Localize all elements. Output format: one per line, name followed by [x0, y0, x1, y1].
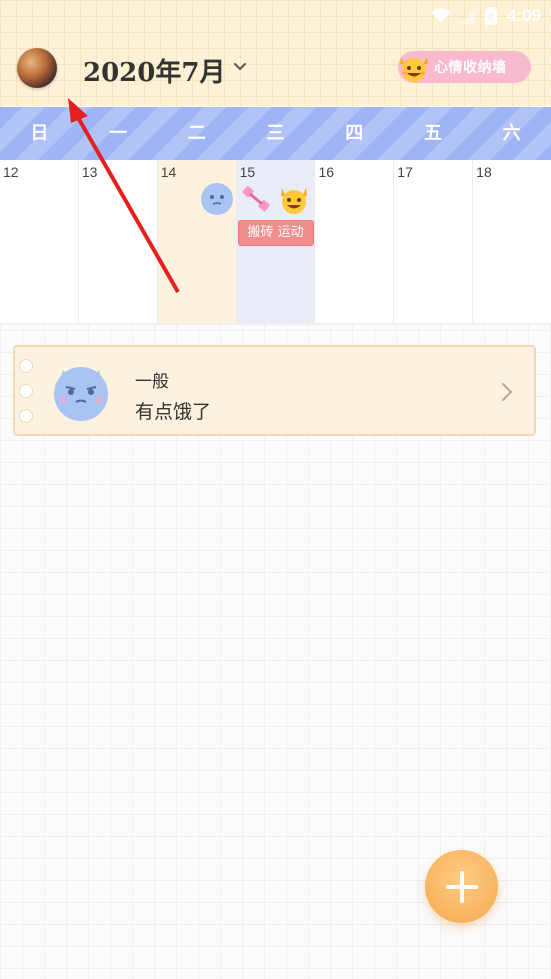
- dumbbell-icon: [242, 186, 270, 212]
- entry-mood-label: 一般: [135, 372, 169, 392]
- weekday-sat: 六: [502, 123, 521, 144]
- add-entry-button[interactable]: [425, 850, 498, 923]
- day-cell-16[interactable]: 16: [315, 160, 395, 323]
- top-header: 4:09 2020年7月 心情收纳墙: [0, 0, 551, 106]
- wifi-icon: [430, 8, 451, 23]
- day-number: 15: [239, 164, 256, 180]
- day-number: 13: [81, 164, 98, 180]
- weekday-wed: 三: [266, 123, 285, 144]
- binder-hole: [19, 384, 33, 398]
- binder-hole: [19, 359, 33, 373]
- weekday-mon: 一: [109, 123, 128, 144]
- signal-icon: [460, 8, 475, 24]
- day-cell-14[interactable]: 14: [157, 160, 237, 323]
- plus-icon: [445, 870, 478, 903]
- day-cell-12[interactable]: 12: [0, 160, 79, 323]
- weekday-thu: 四: [345, 123, 364, 144]
- activity-tag: 搬砖 运动: [237, 220, 314, 246]
- binder-hole: [19, 409, 33, 423]
- weekday-sun: 日: [30, 123, 49, 144]
- calm-mood-icon: [200, 183, 233, 215]
- mood-wall-button[interactable]: 心情收纳墙: [398, 51, 531, 83]
- day-number: 14: [160, 164, 177, 180]
- entry-note-text: 有点饿了: [135, 401, 212, 423]
- weekday-tue: 二: [187, 123, 206, 144]
- weekday-header: 日 一 二 三 四 五 六: [0, 107, 551, 160]
- avatar[interactable]: [17, 48, 57, 88]
- day-number: 17: [397, 164, 413, 180]
- mood-wall-label: 心情收纳墙: [434, 60, 507, 76]
- chevron-down-icon[interactable]: [233, 60, 247, 74]
- weekday-fri: 五: [423, 123, 442, 144]
- status-bar: 4:09: [430, 5, 541, 27]
- calm-mood-icon: [54, 367, 108, 421]
- battery-icon: [484, 7, 497, 25]
- day-number: 12: [3, 164, 19, 180]
- day-number: 18: [476, 164, 492, 180]
- devil-face-icon: [400, 57, 428, 82]
- divider: [0, 323, 551, 325]
- calendar-week-row: 12 13 14 15 搬砖 运动 16 17 18: [0, 160, 551, 323]
- month-title[interactable]: 2020年7月: [83, 52, 225, 89]
- chevron-right-icon[interactable]: [500, 381, 514, 403]
- day-number: 16: [318, 164, 335, 180]
- status-time: 4:09: [506, 6, 541, 25]
- day-cell-15[interactable]: 15 搬砖 运动: [236, 160, 316, 323]
- devil-mood-icon: [280, 188, 307, 214]
- mood-entry-card[interactable]: 一般 有点饿了: [13, 345, 536, 436]
- day-cell-13[interactable]: 13: [78, 160, 158, 323]
- day-cell-18[interactable]: 18: [473, 160, 551, 323]
- day-cell-17[interactable]: 17: [394, 160, 474, 323]
